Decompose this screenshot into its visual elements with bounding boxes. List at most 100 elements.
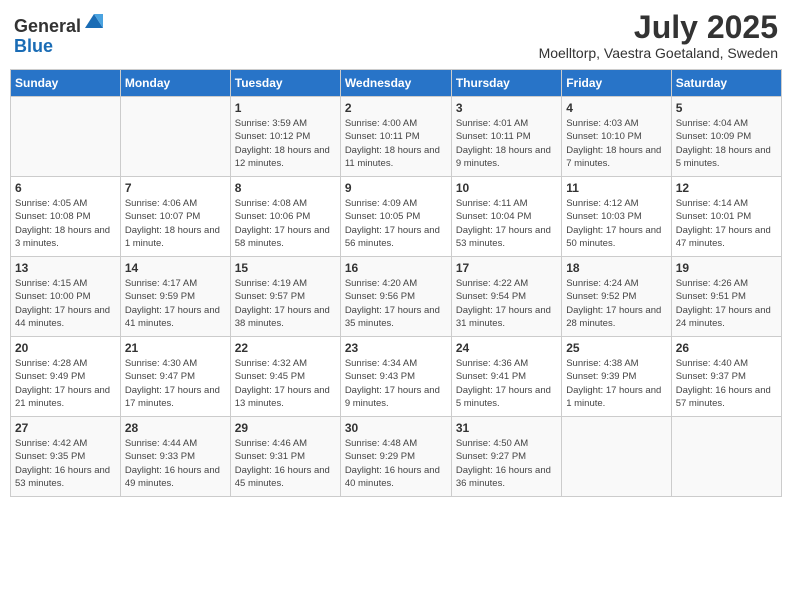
calendar-table: SundayMondayTuesdayWednesdayThursdayFrid…: [10, 69, 782, 497]
day-number: 4: [566, 101, 666, 115]
day-detail: Sunrise: 4:30 AM Sunset: 9:47 PM Dayligh…: [125, 357, 226, 410]
day-detail: Sunrise: 4:09 AM Sunset: 10:05 PM Daylig…: [345, 197, 447, 250]
day-number: 14: [125, 261, 226, 275]
calendar-cell: 12 Sunrise: 4:14 AM Sunset: 10:01 PM Dayl…: [671, 177, 781, 257]
day-detail: Sunrise: 3:59 AM Sunset: 10:12 PM Daylig…: [235, 117, 336, 170]
calendar-cell: 17Sunrise: 4:22 AM Sunset: 9:54 PM Dayli…: [451, 257, 561, 337]
day-number: 25: [566, 341, 666, 355]
calendar-cell: 9 Sunrise: 4:09 AM Sunset: 10:05 PM Dayli…: [340, 177, 451, 257]
calendar-cell: 11 Sunrise: 4:12 AM Sunset: 10:03 PM Dayl…: [562, 177, 671, 257]
calendar-cell: [11, 97, 121, 177]
day-header-wednesday: Wednesday: [340, 70, 451, 97]
week-row-1: 1 Sunrise: 3:59 AM Sunset: 10:12 PM Dayli…: [11, 97, 782, 177]
day-header-saturday: Saturday: [671, 70, 781, 97]
day-number: 2: [345, 101, 447, 115]
calendar-cell: 14 Sunrise: 4:17 AM Sunset: 9:59 PM Dayli…: [120, 257, 230, 337]
day-detail: Sunrise: 4:20 AM Sunset: 9:56 PM Dayligh…: [345, 277, 447, 330]
day-detail: Sunrise: 4:11 AM Sunset: 10:04 PM Daylig…: [456, 197, 557, 250]
day-header-sunday: Sunday: [11, 70, 121, 97]
calendar-cell: 10 Sunrise: 4:11 AM Sunset: 10:04 PM Dayl…: [451, 177, 561, 257]
day-number: 24: [456, 341, 557, 355]
calendar-cell: [120, 97, 230, 177]
logo-icon: [83, 10, 105, 32]
day-number: 20: [15, 341, 116, 355]
day-number: 1: [235, 101, 336, 115]
day-detail: Sunrise: 4:38 AM Sunset: 9:39 PM Dayligh…: [566, 357, 666, 410]
day-header-monday: Monday: [120, 70, 230, 97]
day-number: 23: [345, 341, 447, 355]
day-detail: Sunrise: 4:42 AM Sunset: 9:35 PM Dayligh…: [15, 437, 116, 490]
calendar-cell: 20 Sunrise: 4:28 AM Sunset: 9:49 PM Dayli…: [11, 337, 121, 417]
day-number: 13: [15, 261, 116, 275]
day-number: 8: [235, 181, 336, 195]
day-number: 10: [456, 181, 557, 195]
week-row-4: 20 Sunrise: 4:28 AM Sunset: 9:49 PM Dayli…: [11, 337, 782, 417]
day-detail: Sunrise: 4:32 AM Sunset: 9:45 PM Dayligh…: [235, 357, 336, 410]
calendar-cell: 18Sunrise: 4:24 AM Sunset: 9:52 PM Dayli…: [562, 257, 671, 337]
calendar-cell: 26 Sunrise: 4:40 AM Sunset: 9:37 PM Dayli…: [671, 337, 781, 417]
day-number: 19: [676, 261, 777, 275]
calendar-cell: 31 Sunrise: 4:50 AM Sunset: 9:27 PM Dayli…: [451, 417, 561, 497]
calendar-cell: 21 Sunrise: 4:30 AM Sunset: 9:47 PM Dayli…: [120, 337, 230, 417]
day-number: 5: [676, 101, 777, 115]
day-number: 22: [235, 341, 336, 355]
month-title: July 2025: [539, 10, 778, 45]
calendar-cell: 23 Sunrise: 4:34 AM Sunset: 9:43 PM Dayli…: [340, 337, 451, 417]
day-number: 31: [456, 421, 557, 435]
day-number: 9: [345, 181, 447, 195]
logo-general: General: [14, 16, 81, 36]
day-number: 27: [15, 421, 116, 435]
calendar-cell: 13 Sunrise: 4:15 AM Sunset: 10:00 PM Dayl…: [11, 257, 121, 337]
day-detail: Sunrise: 4:26 AM Sunset: 9:51 PM Dayligh…: [676, 277, 777, 330]
calendar-header-row: SundayMondayTuesdayWednesdayThursdayFrid…: [11, 70, 782, 97]
day-detail: Sunrise: 4:00 AM Sunset: 10:11 PM Daylig…: [345, 117, 447, 170]
calendar-cell: 7Sunrise: 4:06 AM Sunset: 10:07 PM Dayli…: [120, 177, 230, 257]
day-detail: Sunrise: 4:28 AM Sunset: 9:49 PM Dayligh…: [15, 357, 116, 410]
calendar-cell: 29Sunrise: 4:46 AM Sunset: 9:31 PM Dayli…: [230, 417, 340, 497]
day-number: 28: [125, 421, 226, 435]
day-detail: Sunrise: 4:15 AM Sunset: 10:00 PM Daylig…: [15, 277, 116, 330]
calendar-cell: 25 Sunrise: 4:38 AM Sunset: 9:39 PM Dayli…: [562, 337, 671, 417]
day-detail: Sunrise: 4:22 AM Sunset: 9:54 PM Dayligh…: [456, 277, 557, 330]
day-detail: Sunrise: 4:40 AM Sunset: 9:37 PM Dayligh…: [676, 357, 777, 410]
day-detail: Sunrise: 4:03 AM Sunset: 10:10 PM Daylig…: [566, 117, 666, 170]
day-number: 26: [676, 341, 777, 355]
calendar-cell: 28Sunrise: 4:44 AM Sunset: 9:33 PM Dayli…: [120, 417, 230, 497]
day-number: 11: [566, 181, 666, 195]
day-header-thursday: Thursday: [451, 70, 561, 97]
day-number: 15: [235, 261, 336, 275]
logo: General Blue: [14, 10, 105, 57]
calendar-cell: 27 Sunrise: 4:42 AM Sunset: 9:35 PM Dayli…: [11, 417, 121, 497]
calendar-cell: 24 Sunrise: 4:36 AM Sunset: 9:41 PM Dayli…: [451, 337, 561, 417]
title-block: July 2025 Moelltorp, Vaestra Goetaland, …: [539, 10, 778, 61]
calendar-body: 1 Sunrise: 3:59 AM Sunset: 10:12 PM Dayli…: [11, 97, 782, 497]
day-detail: Sunrise: 4:12 AM Sunset: 10:03 PM Daylig…: [566, 197, 666, 250]
calendar-cell: 16 Sunrise: 4:20 AM Sunset: 9:56 PM Dayli…: [340, 257, 451, 337]
day-detail: Sunrise: 4:34 AM Sunset: 9:43 PM Dayligh…: [345, 357, 447, 410]
day-number: 21: [125, 341, 226, 355]
day-number: 6: [15, 181, 116, 195]
day-detail: Sunrise: 4:17 AM Sunset: 9:59 PM Dayligh…: [125, 277, 226, 330]
page-header: General Blue July 2025 Moelltorp, Vaestr…: [10, 10, 782, 61]
day-number: 29: [235, 421, 336, 435]
week-row-2: 6Sunrise: 4:05 AM Sunset: 10:08 PM Dayli…: [11, 177, 782, 257]
location-title: Moelltorp, Vaestra Goetaland, Sweden: [539, 45, 778, 61]
day-number: 16: [345, 261, 447, 275]
week-row-3: 13 Sunrise: 4:15 AM Sunset: 10:00 PM Dayl…: [11, 257, 782, 337]
calendar-cell: 30Sunrise: 4:48 AM Sunset: 9:29 PM Dayli…: [340, 417, 451, 497]
day-number: 12: [676, 181, 777, 195]
calendar-cell: 22 Sunrise: 4:32 AM Sunset: 9:45 PM Dayli…: [230, 337, 340, 417]
day-detail: Sunrise: 4:08 AM Sunset: 10:06 PM Daylig…: [235, 197, 336, 250]
calendar-cell: 5 Sunrise: 4:04 AM Sunset: 10:09 PM Dayli…: [671, 97, 781, 177]
day-detail: Sunrise: 4:14 AM Sunset: 10:01 PM Daylig…: [676, 197, 777, 250]
day-detail: Sunrise: 4:04 AM Sunset: 10:09 PM Daylig…: [676, 117, 777, 170]
day-detail: Sunrise: 4:36 AM Sunset: 9:41 PM Dayligh…: [456, 357, 557, 410]
calendar-cell: 1 Sunrise: 3:59 AM Sunset: 10:12 PM Dayli…: [230, 97, 340, 177]
day-number: 3: [456, 101, 557, 115]
calendar-cell: 15Sunrise: 4:19 AM Sunset: 9:57 PM Dayli…: [230, 257, 340, 337]
day-number: 7: [125, 181, 226, 195]
day-detail: Sunrise: 4:50 AM Sunset: 9:27 PM Dayligh…: [456, 437, 557, 490]
day-header-tuesday: Tuesday: [230, 70, 340, 97]
calendar-cell: 3Sunrise: 4:01 AM Sunset: 10:11 PM Dayli…: [451, 97, 561, 177]
logo-blue: Blue: [14, 36, 53, 56]
